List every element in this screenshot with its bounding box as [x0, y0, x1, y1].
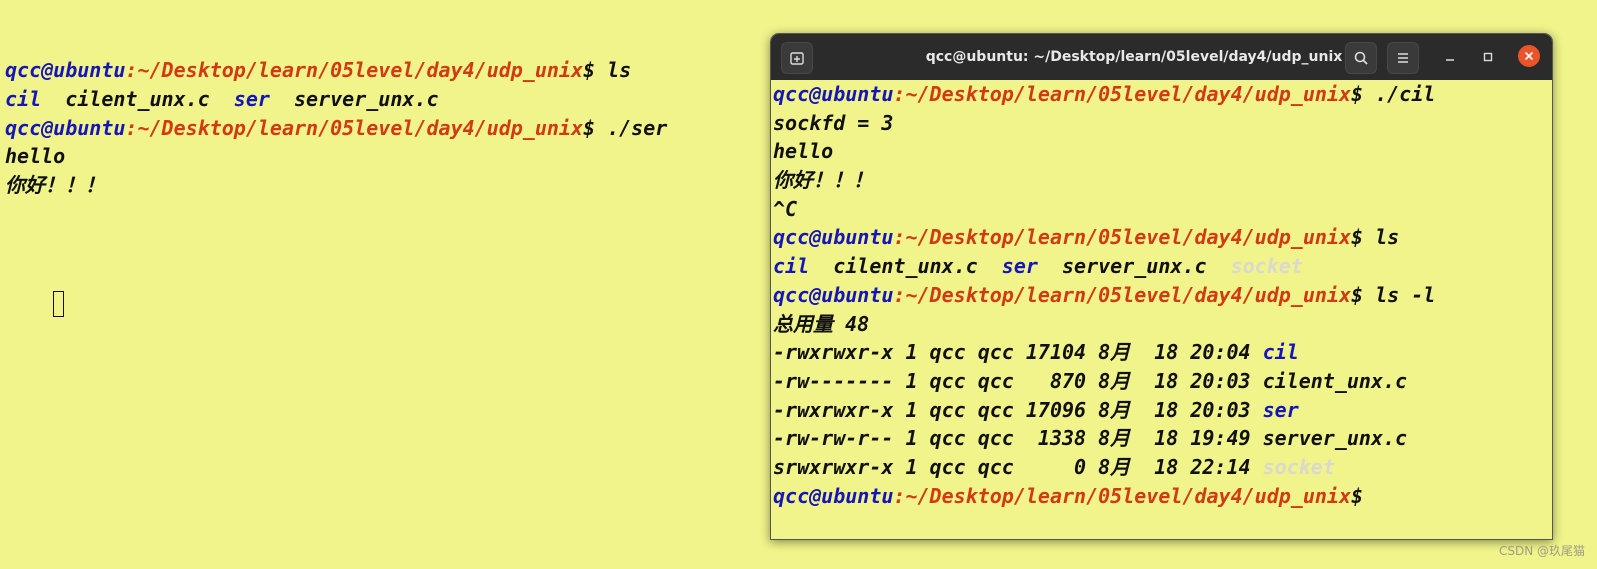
terminal-line: -rw------- 1 qcc qcc 870 8月 18 20:03 cil…	[773, 367, 1435, 396]
terminal-line: srwxrwxr-x 1 qcc qcc 0 8月 18 22:14 socke…	[773, 453, 1435, 482]
search-icon	[1354, 51, 1368, 65]
terminal-line: qcc@ubuntu:~/Desktop/learn/05level/day4/…	[773, 482, 1435, 511]
socket-entry: socket	[1230, 254, 1303, 279]
output-text: srwxrwxr-x 1 qcc qcc 0 8月 18 22:14	[773, 454, 1263, 479]
terminal-line: 你好！！！	[773, 166, 1435, 195]
minimize-button[interactable]	[1441, 48, 1459, 66]
output-text: -rw------- 1 qcc qcc 870 8月 18 20:03 cil…	[773, 368, 1408, 393]
executable-entry: ser	[233, 87, 270, 112]
terminal-window[interactable]: qcc@ubuntu: ~/Desktop/learn/05level/day4…	[770, 33, 1553, 540]
terminal-line: ^C	[773, 195, 1435, 224]
output-text: 你好！！！	[5, 173, 105, 198]
window-title: qcc@ubuntu: ~/Desktop/learn/05level/day4…	[925, 49, 1343, 65]
terminal-cursor	[53, 290, 65, 317]
prompt-path: :~/Desktop/learn/05level/day4/udp_unix	[893, 282, 1351, 307]
title-bar[interactable]: qcc@ubuntu: ~/Desktop/learn/05level/day4…	[771, 34, 1552, 80]
background-terminal[interactable]: qcc@ubuntu:~/Desktop/learn/05level/day4/…	[5, 0, 667, 322]
prompt-path: :~/Desktop/learn/05level/day4/udp_unix	[125, 58, 583, 83]
menu-button[interactable]	[1387, 42, 1419, 74]
prompt-command: $	[1350, 483, 1364, 508]
terminal-line: 总用量 48	[773, 310, 1435, 339]
executable-entry: cil	[773, 254, 810, 279]
prompt-user: qcc@ubuntu	[5, 115, 126, 140]
minimize-icon	[1446, 59, 1454, 61]
prompt-user: qcc@ubuntu	[773, 282, 894, 307]
prompt-command: $ ./ser	[582, 115, 668, 140]
prompt-path: :~/Desktop/learn/05level/day4/udp_unix	[893, 82, 1351, 106]
cursor-line	[5, 257, 667, 317]
output-text: -rw-rw-r-- 1 qcc qcc 1338 8月 18 19:49 se…	[773, 426, 1408, 451]
terminal-line: -rwxrwxr-x 1 qcc qcc 17104 8月 18 20:04 c…	[773, 338, 1435, 367]
close-icon	[1524, 51, 1534, 61]
terminal-line: 你好！！！	[5, 171, 667, 200]
terminal-line: hello	[773, 137, 1435, 166]
terminal-line: qcc@ubuntu:~/Desktop/learn/05level/day4/…	[5, 56, 667, 85]
background-terminal-output: qcc@ubuntu:~/Desktop/learn/05level/day4/…	[5, 56, 667, 199]
socket-entry: socket	[1262, 454, 1335, 479]
prompt-command: $ ./cil	[1350, 82, 1436, 106]
terminal-line: cil cilent_unx.c ser server_unx.c	[5, 85, 667, 114]
terminal-line: cil cilent_unx.c ser server_unx.c socket	[773, 252, 1435, 281]
terminal-line: -rwxrwxr-x 1 qcc qcc 17096 8月 18 20:03 s…	[773, 396, 1435, 425]
terminal-line: qcc@ubuntu:~/Desktop/learn/05level/day4/…	[773, 223, 1435, 252]
hamburger-menu-icon	[1398, 53, 1408, 63]
output-text: server_unx.c	[269, 87, 439, 112]
executable-entry: cil	[1262, 340, 1299, 365]
search-button[interactable]	[1345, 42, 1377, 74]
terminal-line: -rw-rw-r-- 1 qcc qcc 1338 8月 18 19:49 se…	[773, 424, 1435, 453]
prompt-path: :~/Desktop/learn/05level/day4/udp_unix	[893, 225, 1351, 250]
output-text: cilent_unx.c	[809, 254, 1002, 279]
terminal-line: qcc@ubuntu:~/Desktop/learn/05level/day4/…	[5, 114, 667, 143]
watermark: CSDN @玖尾猫	[1498, 544, 1585, 558]
output-text: cilent_unx.c	[41, 87, 234, 112]
terminal-line: qcc@ubuntu:~/Desktop/learn/05level/day4/…	[773, 80, 1435, 109]
output-text: hello	[773, 139, 834, 164]
executable-entry: cil	[5, 87, 42, 112]
maximize-button[interactable]	[1479, 48, 1497, 66]
prompt-path: :~/Desktop/learn/05level/day4/udp_unix	[893, 483, 1351, 508]
output-text: server_unx.c	[1037, 254, 1231, 279]
terminal-line: sockfd = 3	[773, 109, 1435, 138]
prompt-user: qcc@ubuntu	[5, 58, 126, 83]
output-text: 你好！！！	[773, 168, 873, 193]
output-text: sockfd = 3	[773, 110, 894, 135]
prompt-path: :~/Desktop/learn/05level/day4/udp_unix	[125, 115, 583, 140]
terminal-line: hello	[5, 142, 667, 171]
prompt-command: $ ls	[582, 58, 632, 83]
output-text: hello	[5, 144, 66, 169]
prompt-user: qcc@ubuntu	[773, 225, 894, 250]
terminal-output[interactable]: qcc@ubuntu:~/Desktop/learn/05level/day4/…	[773, 80, 1435, 510]
close-button[interactable]	[1518, 45, 1540, 67]
terminal-line: qcc@ubuntu:~/Desktop/learn/05level/day4/…	[773, 281, 1435, 310]
executable-entry: ser	[1001, 254, 1038, 279]
prompt-user: qcc@ubuntu	[773, 82, 894, 106]
prompt-command: $ ls	[1350, 225, 1400, 250]
output-text: -rwxrwxr-x 1 qcc qcc 17096 8月 18 20:03	[773, 397, 1263, 422]
executable-entry: ser	[1262, 397, 1299, 422]
prompt-command: $ ls -l	[1350, 282, 1436, 307]
output-text: ^C	[773, 196, 798, 221]
output-text: -rwxrwxr-x 1 qcc qcc 17104 8月 18 20:04	[773, 340, 1263, 365]
maximize-icon	[1483, 52, 1493, 62]
prompt-user: qcc@ubuntu	[773, 483, 894, 508]
output-text: 总用量 48	[773, 311, 870, 336]
